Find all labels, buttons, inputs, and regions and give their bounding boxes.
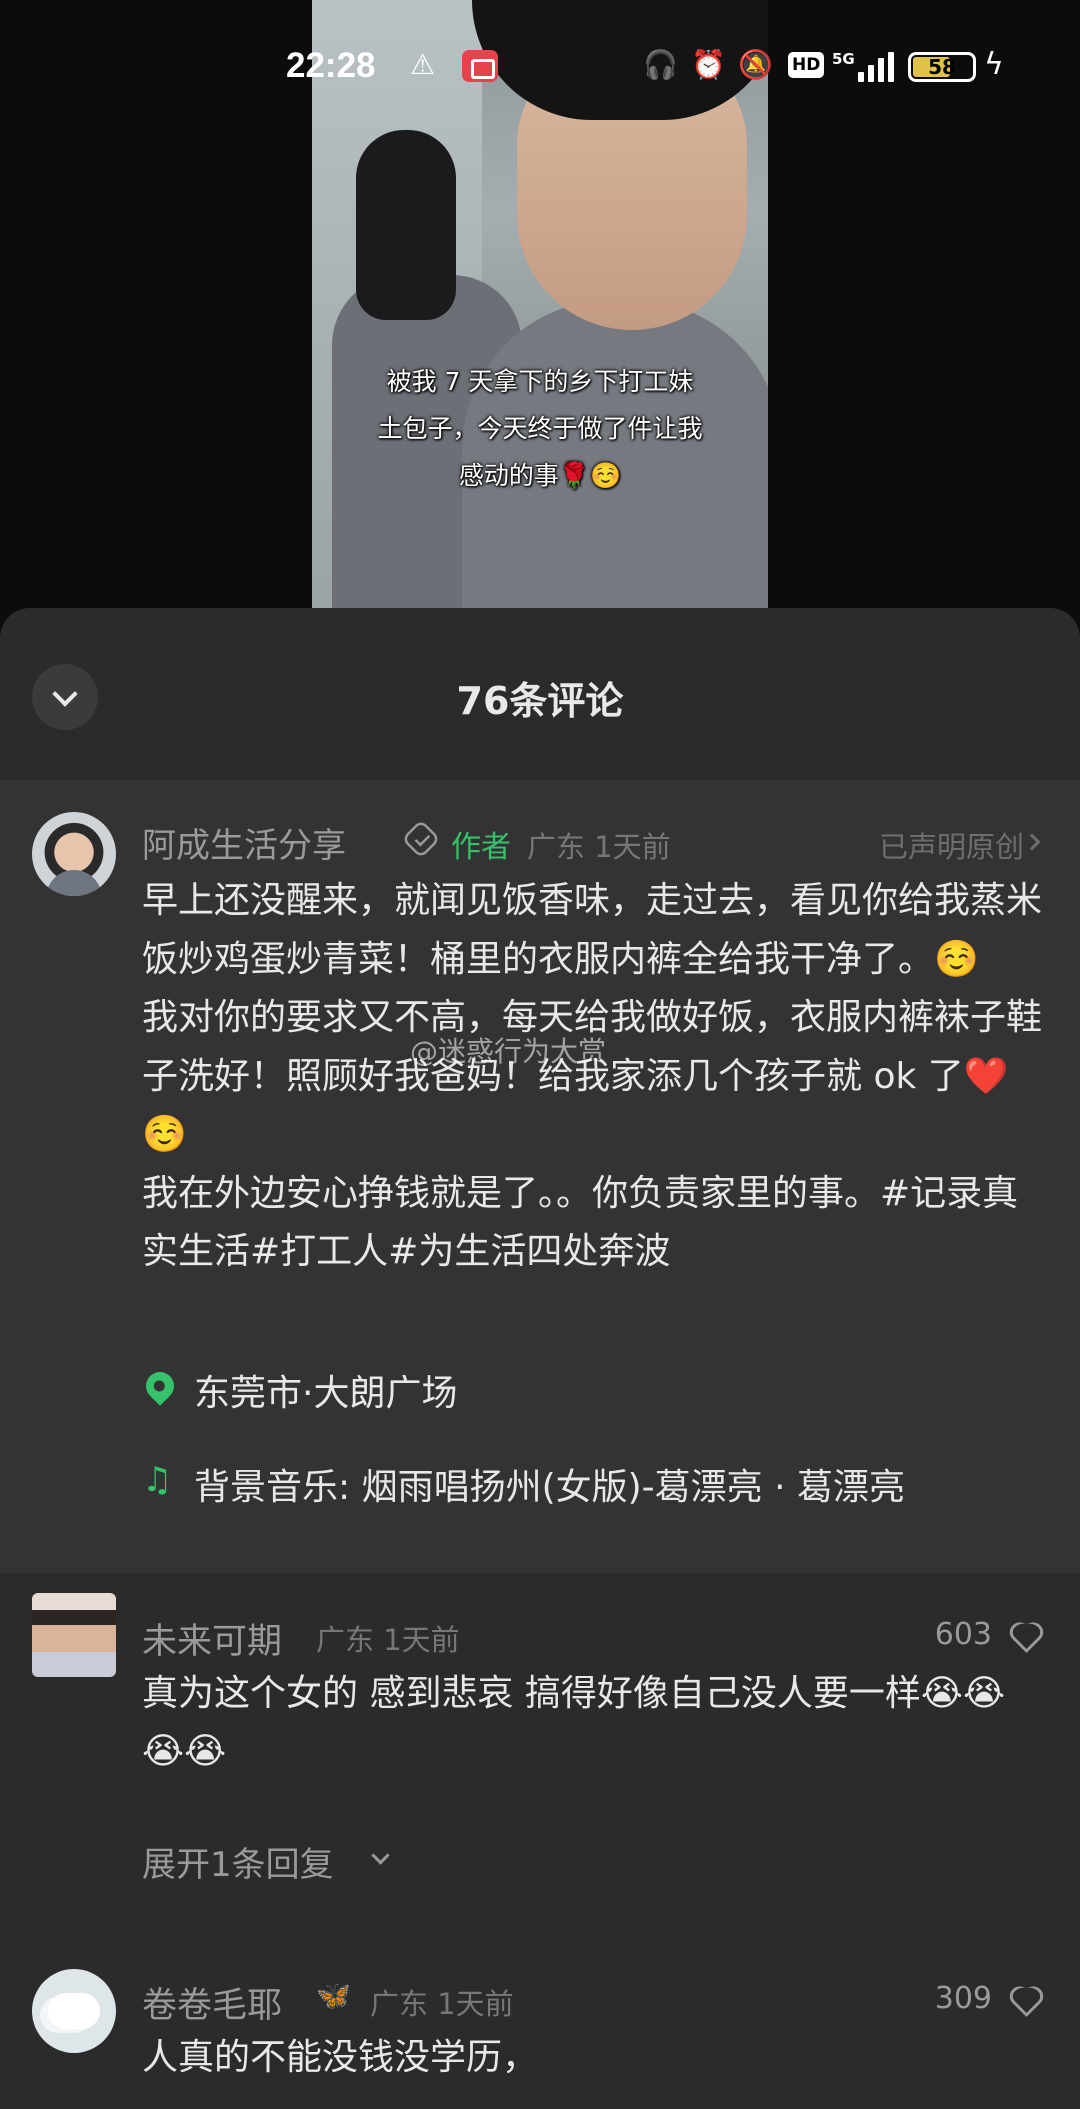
- commenter-avatar[interactable]: [32, 1969, 116, 2053]
- like-count: 309: [934, 1981, 992, 2016]
- status-bar: 22:28 ⚠ 🎧 ⏰ 🔕 HD 5G 58 ϟ: [0, 38, 1080, 94]
- post-text: 早上还没醒来，就闻见饭香味，走过去，看见你给我蒸米饭炒鸡蛋炒青菜！桶里的衣服内裤…: [142, 880, 1043, 1272]
- verified-icon: [401, 819, 441, 859]
- location-pin-icon: [140, 1366, 180, 1406]
- charging-icon: ϟ: [984, 47, 1004, 82]
- heart-icon[interactable]: [1010, 1985, 1040, 2013]
- alarm-icon: ⏰: [691, 48, 726, 81]
- comment-item: 未来可期 广东 1天前 603 真为这个女的 感到悲哀 搞得好像自己没人要一样😭…: [0, 1573, 1080, 1943]
- comment-text: 真为这个女的 感到悲哀 搞得好像自己没人要一样😭😭😭😭: [142, 1673, 1006, 1772]
- video-caption: 被我 7 天拿下的乡下打工妹 土包子，今天终于做了件让我 感动的事🌹☺️: [312, 358, 768, 499]
- original-declaration-link[interactable]: 已声明原创: [879, 824, 1024, 866]
- background-music-text: 背景音乐: 烟雨唱扬州(女版)-葛漂亮 · 葛漂亮: [194, 1467, 905, 1508]
- warning-icon: ⚠: [410, 48, 436, 81]
- author-tag: 作者: [451, 830, 511, 865]
- comment-location-time: 广东 1天前: [370, 1987, 514, 2021]
- music-note-icon: ♫: [142, 1460, 173, 1500]
- video-caption-line: 被我 7 天拿下的乡下打工妹: [386, 367, 694, 396]
- battery-level: 58: [928, 55, 956, 79]
- battery-icon: 58: [908, 52, 976, 82]
- hd-icon: HD: [788, 52, 825, 78]
- comments-count-title: 76条评论: [456, 679, 624, 723]
- commenter-avatar[interactable]: [32, 1593, 116, 1677]
- expand-replies-link[interactable]: 展开1条回复: [142, 1837, 334, 1886]
- comment-text: 人真的不能没钱没学历，: [142, 2037, 539, 2078]
- author-location-time: 广东 1天前: [527, 830, 671, 864]
- screen: 被我 7 天拿下的乡下打工妹 土包子，今天终于做了件让我 感动的事🌹☺️ 22:…: [0, 0, 1080, 2109]
- author-name[interactable]: 阿成生活分享: [142, 818, 346, 867]
- mute-icon: 🔕: [738, 48, 773, 81]
- comments-header: 76条评论: [0, 608, 1080, 780]
- chevron-right-icon: [1023, 833, 1041, 851]
- screen-record-icon: [462, 50, 498, 82]
- heart-icon[interactable]: [1010, 1621, 1040, 1649]
- video-caption-line: 感动的事🌹☺️: [458, 461, 622, 490]
- comments-sheet: 76条评论 阿成生活分享 作者 广东 1天前 已声明原创 早上还没醒来，就闻见饭…: [0, 608, 1080, 2109]
- headphones-icon: 🎧: [643, 48, 678, 81]
- status-time: 22:28: [286, 46, 376, 85]
- comment-item: 卷卷毛耶 🦋 广东 1天前 309 人真的不能没钱没学历，: [0, 1943, 1080, 2109]
- chevron-down-icon: [371, 1846, 390, 1865]
- video-scene-woman-hair: [356, 130, 456, 320]
- author-avatar[interactable]: [32, 812, 116, 896]
- commenter-name[interactable]: 未来可期: [142, 1613, 282, 1664]
- location-text: 东莞市·大朗广场: [194, 1373, 458, 1414]
- network-type-label: 5G: [832, 50, 855, 68]
- commenter-name[interactable]: 卷卷毛耶: [142, 1977, 282, 2028]
- video-caption-line: 土包子，今天终于做了件让我: [377, 414, 703, 443]
- butterfly-badge-icon: 🦋: [316, 1979, 351, 2012]
- like-count: 603: [934, 1617, 992, 1652]
- weibo-watermark: @迷惑行为大赏: [410, 1035, 607, 1068]
- comment-location-time: 广东 1天前: [316, 1623, 460, 1657]
- author-post: 阿成生活分享 作者 广东 1天前 已声明原创 早上还没醒来，就闻见饭香味，走过去…: [0, 780, 1080, 1573]
- signal-icon: [858, 52, 894, 82]
